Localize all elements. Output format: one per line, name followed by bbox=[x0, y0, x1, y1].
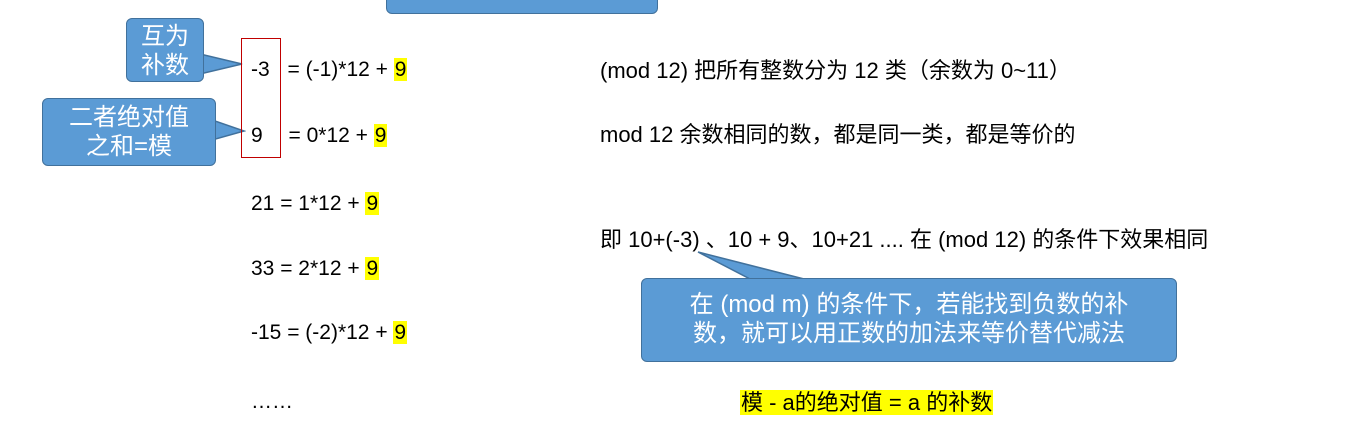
equation-lhs: 33 bbox=[251, 257, 275, 280]
equation-row-2: 9 = 0*12 + 9 bbox=[251, 121, 388, 151]
equation-rhs: = 0*12 + bbox=[282, 124, 374, 147]
equation-lhs: -3 bbox=[251, 58, 270, 81]
equation-remainder: 9 bbox=[393, 321, 408, 344]
formula-text: 模 - a的绝对值 = a 的补数 bbox=[740, 390, 994, 415]
equation-lhs: 9 bbox=[251, 124, 263, 147]
equation-remainder: 9 bbox=[365, 257, 380, 280]
callout-neg-complement: 在 (mod m) 的条件下，若能找到负数的补 数，就可以用正数的加法来等价替代… bbox=[641, 278, 1177, 362]
ellipsis: …… bbox=[251, 390, 293, 413]
equation-remainder: 9 bbox=[393, 58, 408, 81]
equation-rhs: = 2*12 + bbox=[274, 257, 366, 280]
top-partial-callout bbox=[386, 0, 658, 14]
equation-remainder: 9 bbox=[365, 192, 380, 215]
equation-row-3: 21 = 1*12 + 9 bbox=[251, 189, 380, 219]
equation-row-4: 33 = 2*12 + 9 bbox=[251, 254, 380, 284]
formula-highlight: 模 - a的绝对值 = a 的补数 bbox=[740, 388, 994, 418]
equation-remainder: 9 bbox=[373, 124, 388, 147]
callout-pointer-complement bbox=[200, 53, 243, 75]
equation-row-5: -15 = (-2)*12 + 9 bbox=[251, 318, 408, 348]
callout-complement: 互为 补数 bbox=[126, 18, 204, 82]
equation-rhs: = 1*12 + bbox=[274, 192, 366, 215]
equation-rhs: = (-1)*12 + bbox=[281, 58, 394, 81]
equation-row-1: -3 = (-1)*12 + 9 bbox=[251, 55, 408, 85]
equation-rhs: = (-2)*12 + bbox=[281, 321, 394, 344]
note-equivalent: mod 12 余数相同的数，都是同一类，都是等价的 bbox=[600, 122, 1076, 147]
note-classes: (mod 12) 把所有整数分为 12 类（余数为 0~11） bbox=[600, 58, 1071, 83]
equation-lhs: -15 bbox=[251, 321, 282, 344]
equation-lhs: 21 bbox=[251, 192, 275, 215]
callout-abs-sum: 二者绝对值 之和=模 bbox=[42, 98, 216, 166]
